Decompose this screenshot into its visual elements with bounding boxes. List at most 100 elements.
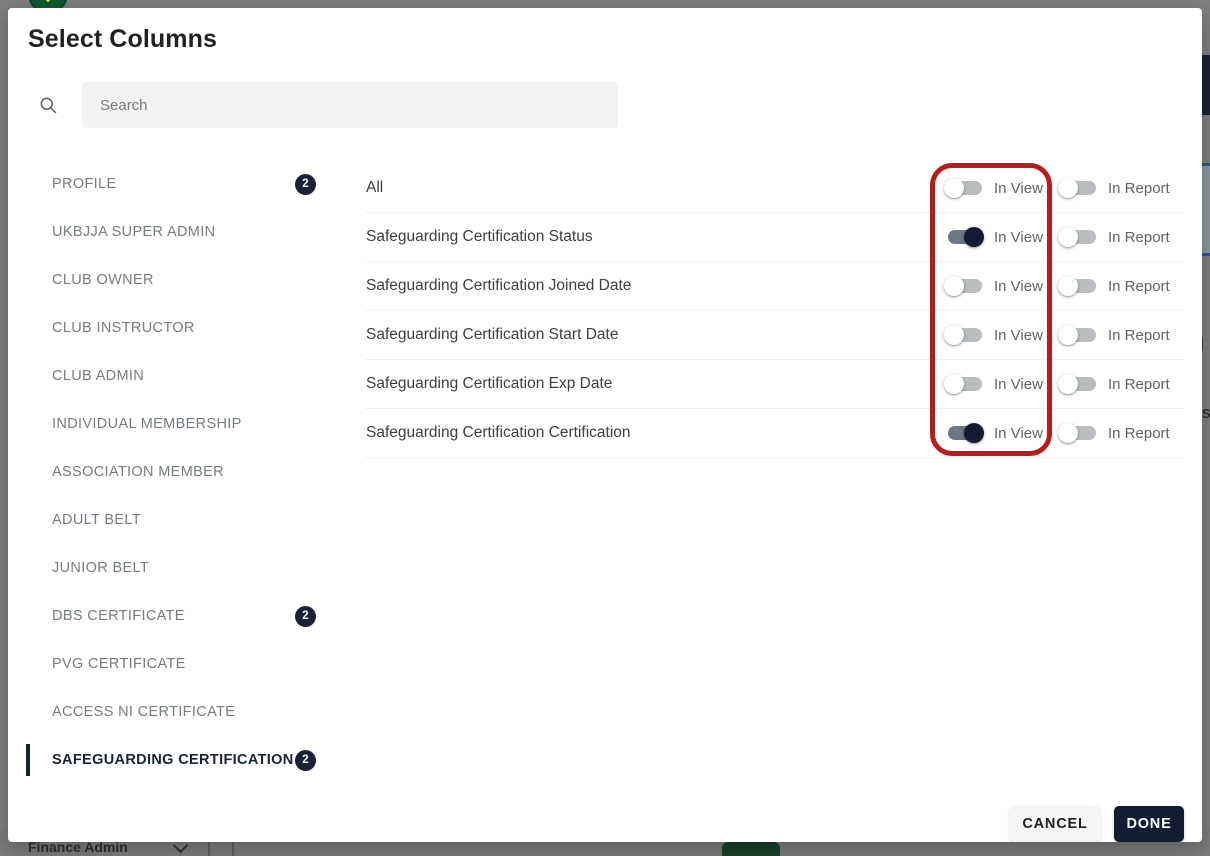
view-toggle-group: In View: [944, 276, 1043, 296]
report-toggle-group: In Report: [1058, 178, 1170, 198]
sidebar-item-label: JUNIOR BELT: [52, 560, 150, 576]
sidebar-item-label: CLUB OWNER: [52, 272, 154, 288]
sidebar-item-label: PVG CERTIFICATE: [52, 656, 186, 672]
toggle-knob: [1058, 423, 1078, 443]
page-title: Select Columns: [28, 25, 217, 53]
dialog-footer: CANCEL DONE: [8, 806, 1184, 842]
column-list: All In View In Report Safeguarding Certific…: [366, 164, 1184, 458]
column-row: Safeguarding Certification Exp Date In Vi…: [366, 360, 1184, 409]
search-icon: [34, 91, 62, 119]
toggle-knob: [1058, 374, 1078, 394]
sidebar-item-junior-belt[interactable]: JUNIOR BELT: [26, 544, 346, 592]
in-view-label: In View: [994, 179, 1043, 197]
report-toggle-group: In Report: [1058, 276, 1170, 296]
toggle-knob: [944, 178, 964, 198]
sidebar-item-badge: 2: [295, 605, 316, 627]
report-toggle-group: In Report: [1058, 325, 1170, 345]
sidebar-item-profile[interactable]: PROFILE 2: [26, 160, 346, 208]
search-input[interactable]: [82, 82, 618, 128]
in-view-toggle[interactable]: [944, 178, 984, 198]
search-bar: [28, 82, 618, 128]
toggle-knob: [1058, 178, 1078, 198]
toggle-knob: [1058, 227, 1078, 247]
sidebar-item-label: UKBJJA SUPER ADMIN: [52, 224, 216, 240]
view-toggle-group: In View: [944, 325, 1043, 345]
toggle-knob: [1058, 276, 1078, 296]
in-view-label: In View: [994, 375, 1043, 393]
in-report-toggle[interactable]: [1058, 178, 1098, 198]
sidebar-item-association-member[interactable]: ASSOCIATION MEMBER: [26, 448, 346, 496]
sidebar-item-safeguarding-certification[interactable]: SAFEGUARDING CERTIFICATION 2: [26, 736, 346, 784]
sidebar-item-label: CLUB ADMIN: [52, 368, 145, 384]
sidebar-item-label: PROFILE: [52, 176, 117, 192]
in-view-label: In View: [994, 228, 1043, 246]
in-view-toggle[interactable]: [944, 325, 984, 345]
view-toggle-group: In View: [944, 374, 1043, 394]
sidebar-item-adult-belt[interactable]: ADULT BELT: [26, 496, 346, 544]
in-report-toggle[interactable]: [1058, 374, 1098, 394]
cancel-button[interactable]: CANCEL: [1010, 806, 1100, 842]
sidebar-item-access-ni-certificate[interactable]: ACCESS NI CERTIFICATE: [26, 688, 346, 736]
column-row: All In View In Report: [366, 164, 1184, 213]
sidebar-item-club-admin[interactable]: CLUB ADMIN: [26, 352, 346, 400]
column-name: Safeguarding Certification Start Date: [366, 326, 619, 343]
sidebar-item-club-owner[interactable]: CLUB OWNER: [26, 256, 346, 304]
view-toggle-group: In View: [944, 178, 1043, 198]
sidebar-item-label: CLUB INSTRUCTOR: [52, 320, 195, 336]
in-report-toggle[interactable]: [1058, 227, 1098, 247]
sidebar-item-club-instructor[interactable]: CLUB INSTRUCTOR: [26, 304, 346, 352]
in-report-label: In Report: [1108, 326, 1170, 344]
report-toggle-group: In Report: [1058, 227, 1170, 247]
column-name: Safeguarding Certification Exp Date: [366, 375, 613, 392]
in-report-toggle[interactable]: [1058, 276, 1098, 296]
done-button[interactable]: DONE: [1114, 806, 1184, 842]
view-toggle-group: In View: [944, 227, 1043, 247]
sidebar-item-label: ACCESS NI CERTIFICATE: [52, 704, 236, 720]
in-view-toggle[interactable]: [944, 423, 984, 443]
sidebar-item-label: INDIVIDUAL MEMBERSHIP: [52, 416, 242, 432]
category-sidebar: PROFILE 2 UKBJJA SUPER ADMIN CLUB OWNER CLUB…: [26, 160, 346, 784]
toggle-knob: [944, 325, 964, 345]
in-view-toggle[interactable]: [944, 374, 984, 394]
sidebar-item-label: DBS CERTIFICATE: [52, 608, 185, 624]
background-green-button: [722, 842, 780, 856]
column-name: Safeguarding Certification Status: [366, 228, 593, 245]
in-view-toggle[interactable]: [944, 276, 984, 296]
in-view-label: In View: [994, 326, 1043, 344]
toggle-knob: [944, 276, 964, 296]
toggle-knob: [964, 423, 984, 443]
sidebar-item-individual-membership[interactable]: INDIVIDUAL MEMBERSHIP: [26, 400, 346, 448]
column-name: Safeguarding Certification Joined Date: [366, 277, 632, 294]
in-view-toggle[interactable]: [944, 227, 984, 247]
toggle-knob: [1058, 325, 1078, 345]
report-toggle-group: In Report: [1058, 374, 1170, 394]
sidebar-item-dbs-certificate[interactable]: DBS CERTIFICATE 2: [26, 592, 346, 640]
in-view-label: In View: [994, 277, 1043, 295]
in-report-toggle[interactable]: [1058, 325, 1098, 345]
sidebar-item-label: ADULT BELT: [52, 512, 141, 528]
column-row: Safeguarding Certification Start Date In …: [366, 311, 1184, 360]
report-toggle-group: In Report: [1058, 423, 1170, 443]
sidebar-item-badge: 2: [295, 749, 316, 771]
column-name: Safeguarding Certification Certification: [366, 424, 631, 441]
column-row: Safeguarding Certification Status In View…: [366, 213, 1184, 262]
column-name: All: [366, 179, 384, 196]
in-report-label: In Report: [1108, 277, 1170, 295]
sidebar-item-badge: 2: [295, 173, 316, 195]
sidebar-item-label: SAFEGUARDING CERTIFICATION: [52, 752, 294, 768]
sidebar-item-label: ASSOCIATION MEMBER: [52, 464, 224, 480]
column-row: Safeguarding Certification Certification…: [366, 409, 1184, 458]
in-report-label: In Report: [1108, 228, 1170, 246]
sidebar-item-pvg-certificate[interactable]: PVG CERTIFICATE: [26, 640, 346, 688]
in-report-toggle[interactable]: [1058, 423, 1098, 443]
in-report-label: In Report: [1108, 179, 1170, 197]
sidebar-item-ukbjja-super-admin[interactable]: UKBJJA SUPER ADMIN: [26, 208, 346, 256]
in-report-label: In Report: [1108, 424, 1170, 442]
select-columns-dialog: Select Columns PROFILE 2 UKBJJA SUPER ADMI…: [8, 8, 1202, 842]
view-toggle-group: In View: [944, 423, 1043, 443]
toggle-knob: [964, 227, 984, 247]
column-row: Safeguarding Certification Joined Date In…: [366, 262, 1184, 311]
in-report-label: In Report: [1108, 375, 1170, 393]
toggle-knob: [944, 374, 964, 394]
in-view-label: In View: [994, 424, 1043, 442]
